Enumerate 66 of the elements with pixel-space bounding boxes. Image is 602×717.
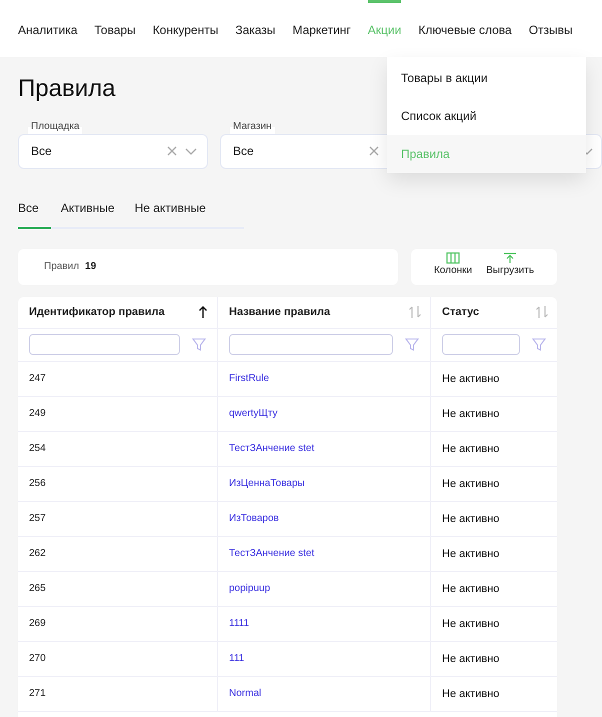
field-value: Все	[31, 143, 53, 160]
count-label: Правил	[44, 260, 80, 274]
upload-icon	[503, 252, 518, 264]
page-title: Правила	[18, 75, 116, 104]
filter-input[interactable]	[442, 334, 520, 356]
table-cell-text: 257	[29, 512, 46, 526]
table-cell-text: Не активно	[442, 616, 500, 632]
nav-tab[interactable]: Отзывы	[528, 0, 573, 57]
nav-tab[interactable]: Ключевые слова	[418, 0, 512, 57]
filter-icon	[192, 338, 206, 352]
table-cell-text: 271	[29, 687, 46, 702]
table-cell-text: Не активно	[442, 652, 500, 667]
table-cell-text: 247	[29, 372, 46, 386]
nav-tab[interactable]: Конкуренты	[152, 0, 218, 57]
table-cell-text: 270	[29, 652, 46, 666]
field-label: Площадка	[28, 120, 82, 134]
table-cell-text: Не активно	[442, 406, 500, 422]
table-cell-text: Не активно	[442, 442, 500, 457]
filter-icon	[405, 338, 419, 352]
rule-link[interactable]: ИзЦеннаТовары	[229, 476, 305, 492]
menu-item[interactable]: Список акций	[387, 97, 586, 135]
chevron-down-icon	[185, 148, 197, 155]
table-cell-text: 265	[29, 582, 46, 596]
table-cell-text: 249	[29, 407, 46, 422]
table-cell-text: Не активно	[442, 476, 500, 492]
table-cell-text: Не активно	[442, 686, 500, 702]
table-cell-text: 256	[29, 477, 46, 492]
toolbar-button[interactable]: Колонки	[432, 248, 474, 285]
rule-link[interactable]: qwertyЩту	[229, 406, 278, 422]
table-cell-text: Не активно	[442, 512, 500, 527]
filter-icon	[532, 338, 546, 352]
table-cell-text: 254	[29, 442, 46, 456]
table-cell-text: Не активно	[442, 582, 500, 597]
table-cell-text: Не активно	[442, 546, 500, 562]
nav-tab[interactable]: Заказы	[235, 0, 276, 57]
rule-link[interactable]: ИзТоваров	[229, 511, 279, 526]
rule-link[interactable]: ТестЗАнчение stet	[229, 546, 314, 562]
toolbar-button[interactable]: Выгрузить	[484, 248, 536, 285]
nav-tab[interactable]: Товары	[94, 0, 136, 57]
table-cell-text: Не активно	[442, 372, 500, 387]
filter-tab[interactable]: Активные	[60, 198, 125, 229]
count-value: 19	[85, 260, 96, 274]
menu-item[interactable]: Товары в акции	[387, 59, 586, 97]
nav-tab[interactable]: Аналитика	[18, 0, 78, 57]
field-value: Все	[233, 143, 255, 160]
filter-input[interactable]	[29, 334, 180, 356]
rule-link[interactable]: ТестЗАнчение stet	[229, 441, 314, 456]
column-header[interactable]: Статус	[442, 304, 480, 321]
filter-tab[interactable]: Все	[18, 198, 51, 229]
filter-tab[interactable]: Не активные	[134, 198, 216, 229]
clear-icon	[167, 146, 177, 156]
rule-link[interactable]: FirstRule	[229, 371, 270, 386]
clear-icon	[369, 146, 379, 156]
column-header[interactable]: Название правила	[229, 304, 330, 321]
select-field[interactable]: Все	[18, 134, 208, 169]
rule-link[interactable]: 111	[229, 651, 244, 666]
filter-input[interactable]	[229, 334, 393, 356]
nav-tab[interactable]: Маркетинг	[292, 0, 351, 57]
rule-link[interactable]: popipuup	[229, 581, 270, 596]
field-label: Магазин	[230, 120, 275, 134]
table-cell-text: 269	[29, 617, 46, 632]
column-header[interactable]: Идентификатор правила	[29, 304, 165, 321]
columns-icon	[446, 252, 460, 264]
table-cell-text: 262	[29, 547, 46, 562]
rule-link[interactable]: 1111	[229, 616, 250, 632]
rule-link[interactable]: Normal	[229, 686, 262, 702]
